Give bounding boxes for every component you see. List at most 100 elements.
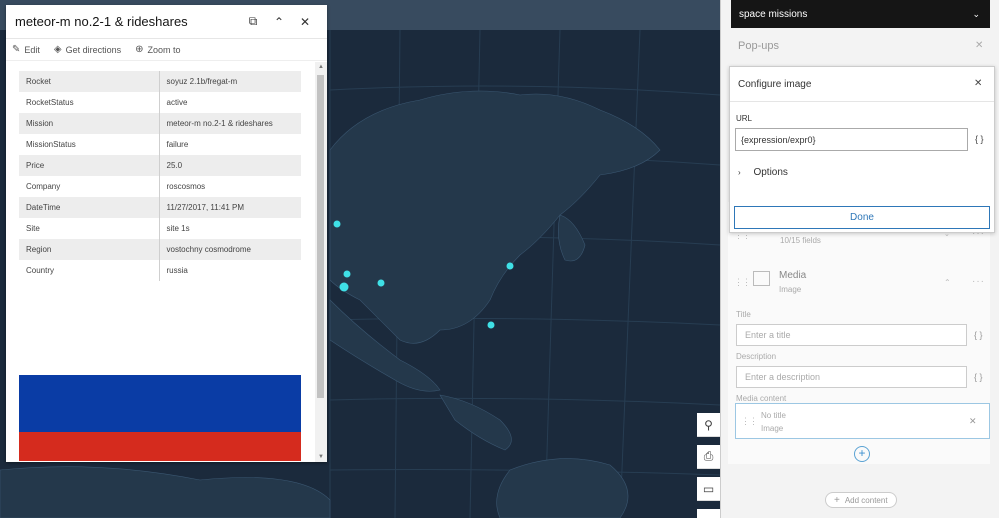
attribute-key: Price (19, 155, 160, 176)
scroll-down-icon[interactable]: ▼ (317, 454, 325, 460)
description-label: Description (736, 352, 777, 361)
attribute-key: RocketStatus (19, 92, 160, 113)
media-item-title: No title (761, 411, 786, 420)
image-icon (753, 271, 770, 286)
popup-body: Rocket soyuz 2.1b/fregat-m RocketStatus ac… (6, 62, 315, 462)
edit-label: Edit (24, 44, 40, 55)
media-title: Media (779, 270, 807, 281)
dialog-title: Configure image (730, 67, 994, 102)
get-directions-button[interactable]: ◈ Get directions (54, 44, 121, 55)
drag-handle-icon[interactable]: ⋮⋮ (741, 416, 758, 427)
table-row: Company roscosmos (19, 176, 301, 197)
attribute-value: meteor-m no.2-1 & rideshares (159, 113, 301, 134)
attribute-value: soyuz 2.1b/fregat-m (159, 71, 301, 92)
add-content-button[interactable]: + Add content (825, 492, 897, 508)
zoom-label: Zoom to (147, 44, 181, 55)
attribute-key: Company (19, 176, 160, 197)
url-input[interactable]: {expression/expr0} (735, 128, 968, 151)
expression-brace-icon[interactable]: { } (974, 330, 983, 340)
home-icon[interactable]: ⌂ (697, 509, 720, 518)
table-row: RocketStatus active (19, 92, 301, 113)
options-toggle[interactable]: › Options (738, 167, 788, 178)
drag-handle-icon[interactable]: ⋮⋮ (734, 277, 751, 288)
description-input[interactable]: Enter a description (736, 366, 967, 388)
attribute-value: 11/27/2017, 11:41 PM (159, 197, 301, 218)
map-toolbar: ⚲ ⎙ ▭ ⌂ (697, 413, 720, 518)
layer-dropdown[interactable]: space missions ⌄ (731, 0, 990, 28)
attribute-value: russia (166, 266, 188, 275)
expression-brace-icon[interactable]: { } (975, 134, 984, 144)
directions-icon: ◈ (53, 44, 62, 55)
print-icon[interactable]: ⎙ (697, 445, 720, 469)
map-point (339, 282, 349, 292)
section-title: Pop-ups (738, 40, 779, 52)
media-item[interactable]: ⋮⋮ No title Image ✕ (735, 403, 990, 439)
popup-title: meteor-m no.2-1 & rideshares (15, 14, 188, 29)
attribute-value: 25.0 (159, 155, 301, 176)
map-point (506, 262, 514, 270)
flag-stripe-blue (19, 375, 301, 432)
attribute-key: DateTime (19, 197, 160, 218)
layer-label: space missions (739, 8, 808, 20)
table-row: Site site 1s (19, 218, 301, 239)
media-content-label: Media content (736, 394, 787, 403)
popup-scrollbar[interactable]: ▲ ▼ (315, 62, 327, 462)
dock-icon[interactable]: ⧉ (240, 14, 266, 29)
zoom-to-button[interactable]: ⊕ Zoom to (135, 44, 180, 55)
done-button[interactable]: Done (734, 206, 990, 229)
feature-popup: meteor-m no.2-1 & rideshares ⧉ ⌃ ✕ ✎ Edi… (6, 5, 327, 462)
add-media-icon[interactable]: + (854, 446, 870, 462)
more-icon[interactable]: ··· (972, 276, 985, 287)
attribute-table: Rocket soyuz 2.1b/fregat-m RocketStatus ac… (19, 71, 301, 281)
table-row: MissionStatus failure (19, 134, 301, 155)
table-row: Country russia (19, 260, 301, 281)
attribute-value: site 1s (166, 224, 190, 233)
popup-actions: ✎ Edit ◈ Get directions ⊕ Zoom to (6, 39, 327, 61)
table-row: Price 25.0 (19, 155, 301, 176)
table-row: Mission meteor-m no.2-1 & rideshares (19, 113, 301, 134)
scrollbar-thumb[interactable] (317, 75, 324, 398)
attribute-value: roscosmos (166, 182, 206, 191)
map-point (487, 321, 495, 329)
remove-icon[interactable]: ✕ (969, 416, 977, 427)
map-point (333, 220, 341, 228)
attribute-value: active (166, 98, 188, 107)
display-icon[interactable]: ▭ (697, 477, 720, 501)
collapse-icon[interactable]: ⌃ (266, 15, 292, 29)
table-row: DateTime 11/27/2017, 11:41 PM (19, 197, 301, 218)
attribute-value: failure (166, 140, 189, 149)
title-label: Title (736, 310, 751, 319)
attribute-key: Rocket (19, 71, 160, 92)
plus-icon: + (834, 494, 840, 506)
media-subtitle: Image (779, 285, 802, 294)
url-label: URL (736, 114, 753, 123)
table-row: Region vostochny cosmodrome (19, 239, 301, 260)
edit-button[interactable]: ✎ Edit (12, 44, 40, 55)
attribute-key: MissionStatus (19, 134, 160, 155)
search-icon[interactable]: ⚲ (697, 413, 720, 437)
flag-image (19, 369, 301, 461)
attribute-key: Mission (19, 113, 160, 134)
attribute-key: Region (19, 239, 160, 260)
scroll-up-icon[interactable]: ▲ (317, 64, 325, 70)
attribute-key: Country (19, 260, 160, 281)
close-icon[interactable]: ✕ (975, 40, 983, 51)
popup-header: meteor-m no.2-1 & rideshares ⧉ ⌃ ✕ (6, 5, 327, 39)
title-input[interactable]: Enter a title (736, 324, 967, 346)
directions-label: Get directions (65, 44, 122, 55)
configure-image-dialog: Configure image ✕ URL {expression/expr0}… (729, 66, 995, 233)
close-icon[interactable]: ✕ (974, 78, 982, 89)
flag-stripe-red (19, 432, 301, 461)
options-label: Options (753, 167, 788, 178)
chevron-up-icon[interactable]: ⌃ (944, 278, 951, 287)
attribute-key: Site (19, 218, 160, 239)
attribute-value: vostochny cosmodrome (159, 239, 301, 260)
media-item-subtitle: Image (761, 424, 784, 433)
chevron-down-icon: ⌄ (972, 8, 980, 19)
table-row: Rocket soyuz 2.1b/fregat-m (19, 71, 301, 92)
edit-icon: ✎ (12, 44, 21, 55)
map-point (343, 270, 351, 278)
chevron-right-icon: › (738, 168, 741, 177)
close-icon[interactable]: ✕ (292, 15, 318, 29)
expression-brace-icon[interactable]: { } (974, 372, 983, 382)
